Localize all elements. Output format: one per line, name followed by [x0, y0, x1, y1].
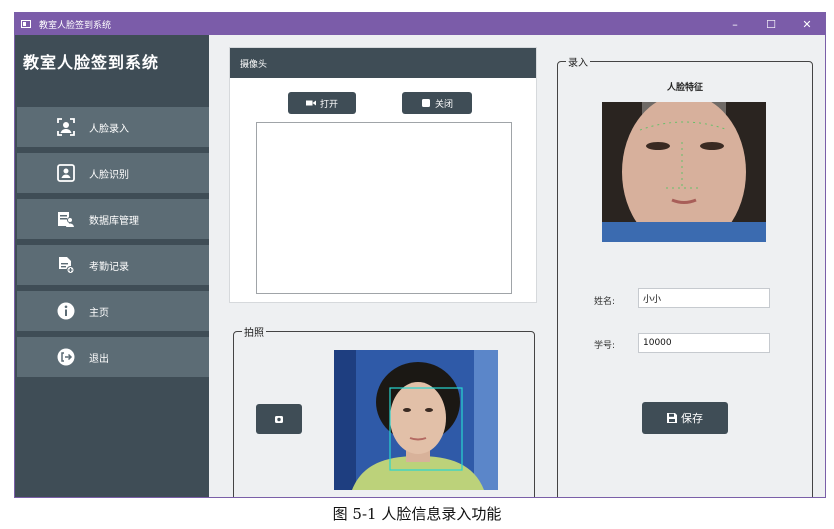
open-camera-label: 打开: [319, 99, 338, 110]
minimize-button[interactable]: –: [717, 13, 753, 35]
sidebar: 教室人脸签到系统 人脸录入 人脸识别 数据库管理 考勤记录 主页 退出: [15, 35, 209, 497]
window-title: 教室人脸签到系统: [39, 20, 112, 31]
database-user-icon: [57, 210, 75, 228]
photo-panel-legend: 拍照: [242, 324, 266, 339]
save-icon: [667, 413, 677, 423]
sidebar-item-database[interactable]: 数据库管理: [17, 199, 209, 239]
sidebar-item-label: 数据库管理: [89, 215, 139, 227]
open-camera-button[interactable]: 打开: [288, 92, 356, 114]
student-id-label: 学号:: [594, 341, 616, 351]
window-controls: – ☐ ✕: [717, 13, 825, 35]
title-bar: 教室人脸签到系统 – ☐ ✕: [15, 13, 825, 35]
sidebar-item-label: 主页: [89, 307, 109, 319]
captured-photo: [334, 350, 498, 490]
app-icon: [21, 20, 31, 28]
camera-icon: [275, 416, 283, 423]
save-label: 保存: [681, 412, 703, 425]
close-camera-label: 关闭: [434, 99, 453, 110]
close-button[interactable]: ✕: [789, 13, 825, 35]
sidebar-item-home[interactable]: 主页: [17, 291, 209, 331]
main-content: 摄像头 打开 关闭 拍照 录入 人脸特征 姓名: 小小 学号: 10000 保存: [209, 35, 825, 497]
photo-panel: 拍照: [233, 324, 535, 497]
sidebar-app-title: 教室人脸签到系统: [23, 53, 160, 72]
logout-icon: [57, 348, 75, 366]
close-camera-button[interactable]: 关闭: [402, 92, 472, 114]
camera-panel: 摄像头 打开 关闭: [229, 47, 537, 303]
student-id-field[interactable]: 10000: [638, 333, 770, 353]
maximize-button[interactable]: ☐: [753, 13, 789, 35]
face-feature-image: [602, 102, 766, 242]
face-scan-icon: [57, 118, 75, 136]
camera-video-area: [256, 122, 512, 294]
sidebar-item-face-enroll[interactable]: 人脸录入: [17, 107, 209, 147]
name-field[interactable]: 小小: [638, 288, 770, 308]
sidebar-item-attendance[interactable]: 考勤记录: [17, 245, 209, 285]
face-frame-icon: [57, 164, 75, 182]
sidebar-item-face-recognition[interactable]: 人脸识别: [17, 153, 209, 193]
app-window: 教室人脸签到系统 – ☐ ✕ 教室人脸签到系统 人脸录入 人脸识别 数据库管理: [14, 12, 826, 498]
capture-photo-button[interactable]: [256, 404, 302, 434]
sidebar-item-label: 考勤记录: [89, 261, 129, 273]
save-button[interactable]: 保存: [642, 402, 728, 434]
name-label: 姓名:: [594, 297, 616, 307]
sidebar-item-label: 人脸录入: [89, 123, 129, 135]
figure-caption: 图 5-1 人脸信息录入功能: [332, 505, 502, 523]
document-add-icon: [57, 256, 75, 274]
sidebar-item-label: 人脸识别: [89, 169, 129, 181]
entry-panel: 录入 人脸特征 姓名: 小小 学号: 10000 保存: [557, 54, 813, 497]
entry-panel-legend: 录入: [566, 54, 590, 69]
video-camera-icon: [305, 100, 316, 106]
stop-icon: [421, 99, 430, 107]
sidebar-item-exit[interactable]: 退出: [17, 337, 209, 377]
sidebar-item-label: 退出: [89, 353, 109, 365]
feature-title: 人脸特征: [666, 83, 703, 93]
info-icon: [57, 302, 75, 320]
camera-panel-header: 摄像头: [230, 48, 536, 78]
